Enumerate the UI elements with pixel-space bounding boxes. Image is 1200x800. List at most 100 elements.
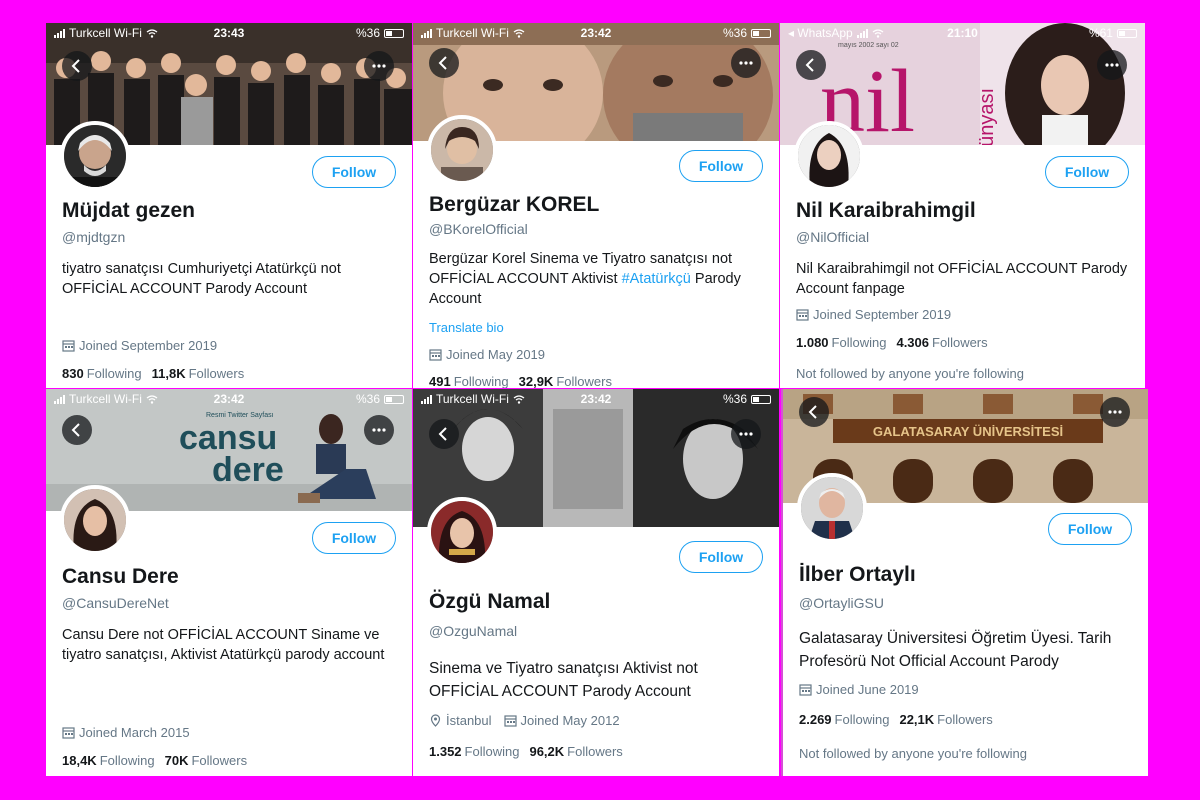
calendar-icon [504, 714, 517, 727]
avatar[interactable] [427, 497, 497, 567]
follow-counts: 18,4K Following 70K Followers [62, 753, 247, 768]
status-bar: ◂ WhatsApp 21:10 %61 [780, 23, 1145, 43]
follow-counts: 2.269 Following 22,1K Followers [799, 712, 993, 727]
status-bar: Turkcell Wi-Fi 23:42 %36 [413, 389, 779, 409]
bio-text: Sinema ve Tiyatro sanatçısı Aktivist not… [429, 660, 698, 700]
status-bar: Turkcell Wi-Fi 23:43 %36 [46, 23, 412, 43]
followers-link[interactable]: 32,9K Followers [519, 374, 612, 388]
back-arrow-icon [803, 57, 819, 73]
back-button[interactable] [429, 48, 459, 78]
bio-text: Cansu Dere not OFFİCİAL ACCOUNT Siname v… [62, 627, 385, 663]
followers-link[interactable]: 11,8K Followers [152, 366, 245, 381]
back-button[interactable] [799, 397, 829, 427]
banner-brand-b: dünyası [976, 88, 998, 145]
profile-meta: Joined May 2019 [429, 347, 545, 362]
avatar-photo [431, 119, 493, 181]
joined-date: Joined September 2019 [813, 307, 952, 322]
banner-text-line2: dere [212, 451, 284, 489]
location-label: İstanbul [446, 713, 492, 728]
avatar[interactable] [60, 485, 130, 555]
carrier-label: Turkcell Wi-Fi [69, 392, 142, 406]
avatar[interactable] [794, 121, 864, 191]
followers-link[interactable]: 4.306 Followers [896, 335, 987, 350]
follow-counts: 1.352 Following 96,2K Followers [429, 744, 623, 759]
back-arrow-icon [69, 58, 85, 74]
following-link[interactable]: 830 Following [62, 366, 142, 381]
calendar-icon [62, 726, 75, 739]
bio-text: Bergüzar Korel Sinema ve Tiyatro sanatçı… [429, 251, 741, 307]
avatar[interactable] [797, 473, 867, 543]
follow-counts: 830 Following 11,8K Followers [62, 366, 244, 381]
more-options-button[interactable] [364, 415, 394, 445]
user-handle: @mjdtgzn [62, 229, 126, 245]
signal-icon [54, 394, 65, 404]
more-icon [738, 55, 754, 71]
profile-meta: Joined September 2019 [62, 338, 217, 353]
more-icon [1107, 404, 1123, 420]
user-handle: @NilOfficial [796, 229, 870, 245]
back-button[interactable] [796, 50, 826, 80]
clock: 23:42 [213, 392, 245, 406]
clock: 21:10 [947, 26, 978, 40]
followers-link[interactable]: 22,1K Followers [899, 712, 992, 727]
back-button[interactable] [62, 51, 92, 81]
bio-text: Nil Karaibrahimgil not OFFİCİAL ACCOUNT … [796, 261, 1128, 297]
battery-percent: %36 [355, 26, 381, 40]
joined-date: Joined June 2019 [816, 682, 919, 697]
user-handle: @OrtayliGSU [799, 595, 884, 611]
battery-percent: %36 [355, 392, 381, 406]
display-name: Özgü Namal [429, 590, 551, 613]
profile-meta: Joined September 2019 [796, 307, 951, 322]
following-link[interactable]: 1.352 Following [429, 744, 519, 759]
avatar-photo [798, 125, 860, 187]
following-link[interactable]: 2.269 Following [799, 712, 889, 727]
followed-by-note: Not followed by anyone you're following [799, 746, 1027, 761]
back-button[interactable] [429, 419, 459, 449]
more-options-button[interactable] [731, 419, 761, 449]
battery-icon [751, 394, 772, 404]
display-name: Müjdat gezen [62, 199, 196, 222]
avatar[interactable] [427, 115, 497, 185]
carrier-label: Turkcell Wi-Fi [436, 392, 509, 406]
wifi-icon [146, 395, 158, 404]
user-handle: @OzguNamal [429, 623, 518, 639]
banner-sign-text: GALATASARAY ÜNİVERSİTESİ [873, 424, 1063, 439]
battery-icon [751, 28, 772, 38]
profile-card-mjdtgzn: Turkcell Wi-Fi 23:43 %36 Follow Müjdat g… [46, 23, 412, 388]
clock: 23:42 [580, 26, 612, 40]
follow-button[interactable]: Follow [312, 156, 396, 188]
calendar-icon [796, 308, 809, 321]
signal-icon [54, 28, 65, 38]
battery-icon [384, 28, 405, 38]
joined-date: Joined May 2012 [520, 713, 620, 728]
follow-button[interactable]: Follow [1048, 513, 1132, 545]
user-handle: @CansuDereNet [62, 595, 169, 611]
banner-issue: mayıs 2002 sayı 02 [838, 42, 899, 49]
back-arrow-icon [69, 422, 85, 438]
back-button[interactable] [62, 415, 92, 445]
following-link[interactable]: 18,4K Following [62, 753, 155, 768]
status-bar: Turkcell Wi-Fi 23:42 %36 [413, 23, 779, 43]
following-link[interactable]: 491 Following [429, 374, 509, 388]
location-pin-icon [429, 714, 442, 727]
carrier-label: Turkcell Wi-Fi [69, 26, 142, 40]
joined-date: Joined September 2019 [79, 338, 218, 353]
follow-button[interactable]: Follow [1045, 156, 1129, 188]
followers-link[interactable]: 70K Followers [165, 753, 247, 768]
follow-button[interactable]: Follow [679, 150, 763, 182]
following-link[interactable]: 1.080 Following [796, 335, 886, 350]
follow-button[interactable]: Follow [312, 522, 396, 554]
more-options-button[interactable] [1100, 397, 1130, 427]
status-bar: Turkcell Wi-Fi 23:42 %36 [46, 389, 412, 409]
avatar[interactable] [60, 121, 130, 191]
battery-percent: %36 [722, 26, 748, 40]
more-options-button[interactable] [731, 48, 761, 78]
profile-card-cansuderenet: cansu dere Resmi Twitter Sayfası Turkcel… [46, 389, 412, 776]
avatar-photo [801, 477, 863, 539]
followers-link[interactable]: 96,2K Followers [529, 744, 622, 759]
more-options-button[interactable] [1097, 50, 1127, 80]
translate-bio-link[interactable]: Translate bio [429, 320, 504, 335]
hashtag-link[interactable]: #Atatürkçü [622, 271, 691, 287]
follow-button[interactable]: Follow [679, 541, 763, 573]
more-options-button[interactable] [364, 51, 394, 81]
